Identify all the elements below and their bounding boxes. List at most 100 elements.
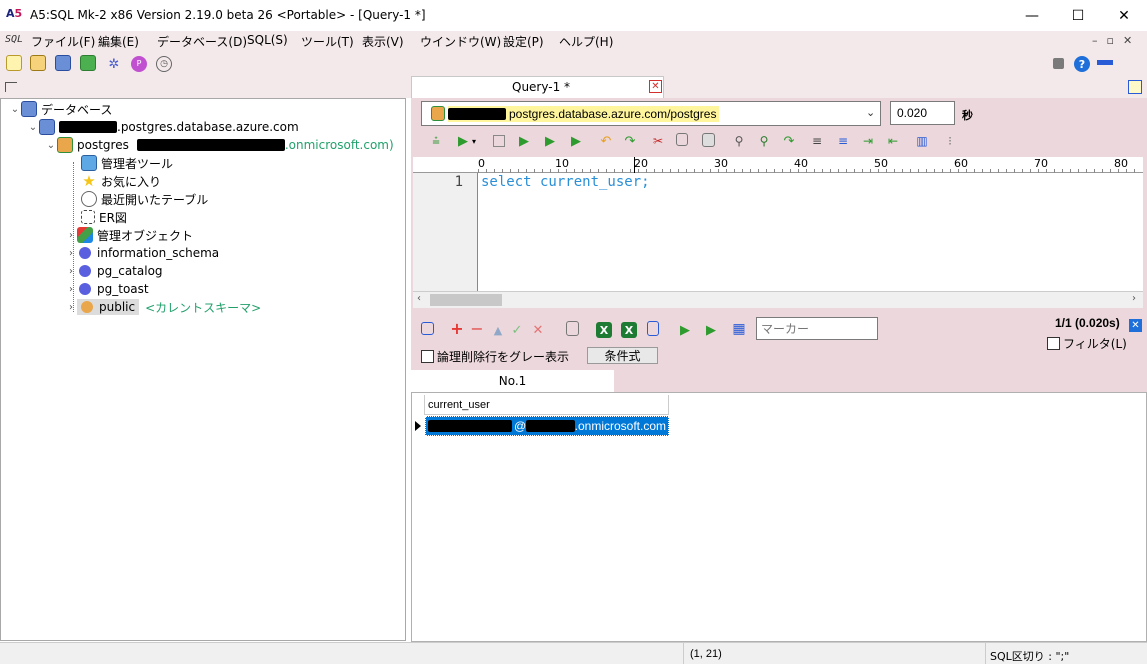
tree-item-admin-objects[interactable]: › 管理オブジェクト (65, 226, 193, 244)
cut-icon[interactable]: ✂ (650, 133, 666, 149)
format-icon[interactable]: ⩮ (428, 133, 444, 149)
close-tab-icon[interactable]: ✕ (649, 80, 662, 93)
wrap-icon[interactable]: ≡ (835, 133, 851, 149)
redo-icon[interactable]: ↷ (622, 133, 638, 149)
run-ab-icon[interactable]: ▶ (516, 133, 532, 149)
tab-query-1[interactable]: Query-1 * ✕ (411, 76, 664, 98)
column-header[interactable]: current_user (425, 395, 669, 415)
table-cell-selected[interactable]: @ .onmicrosoft.com (425, 416, 669, 436)
chevron-right-icon[interactable]: › (65, 283, 77, 295)
stop-icon[interactable] (1053, 58, 1064, 69)
new-file-icon[interactable] (6, 55, 22, 71)
sql-code-line[interactable]: select current_user; (481, 174, 650, 190)
tree-server[interactable]: ⌄ .postgres.database.azure.com (27, 118, 299, 136)
tree-item-information-schema[interactable]: › information_schema (65, 244, 219, 262)
run-csv-icon[interactable]: ▶ (542, 133, 558, 149)
maximize-button[interactable]: ☐ (1055, 0, 1101, 31)
table-grid-icon[interactable] (80, 55, 96, 71)
keyboard-icon[interactable] (1097, 60, 1113, 65)
tree-item-pg-toast[interactable]: › pg_toast (65, 280, 149, 298)
checkbox-box[interactable] (421, 350, 434, 363)
close-button[interactable]: ✕ (1101, 0, 1147, 31)
menu-window[interactable]: ウインドウ(W) (420, 33, 501, 50)
plugin-icon[interactable]: P (131, 56, 147, 72)
scroll-right-icon[interactable]: › (1132, 293, 1136, 304)
chevron-right-icon[interactable]: › (65, 301, 77, 313)
tree-root[interactable]: ⌄ データベース (9, 100, 112, 118)
filter-checkbox[interactable]: フィルタ(L) (1047, 335, 1127, 352)
run-explain-icon[interactable]: ▶ (568, 133, 584, 149)
stop-query-icon[interactable] (493, 135, 505, 147)
marker-input[interactable] (756, 317, 878, 340)
close-result-icon[interactable]: ✕ (1129, 319, 1142, 332)
menu-settings[interactable]: 設定(P) (503, 33, 544, 50)
copy-result-icon[interactable] (647, 321, 659, 336)
open-folder-icon[interactable] (30, 55, 46, 71)
gear-icon[interactable]: ✲ (106, 56, 122, 72)
excel-icon[interactable]: X (596, 322, 612, 338)
condition-button[interactable]: 条件式 (587, 347, 658, 364)
export-icon[interactable] (566, 321, 579, 336)
menu-help[interactable]: ヘルプ(H) (559, 33, 613, 50)
chevron-down-icon[interactable]: ⌄ (27, 121, 39, 133)
chevron-down-icon[interactable]: ⌄ (45, 139, 57, 151)
chevron-right-icon[interactable]: › (65, 229, 77, 241)
gray-deleted-checkbox[interactable]: 論理削除行をグレー表示 (421, 348, 569, 365)
outline-icon[interactable]: ⁝ (942, 133, 958, 149)
scroll-left-icon[interactable]: ‹ (417, 293, 421, 304)
add-row-icon[interactable]: + (449, 321, 465, 337)
connection-select[interactable]: postgres.database.azure.com/postgres ⌄ (421, 101, 881, 126)
tree-toggle-icon[interactable] (5, 82, 17, 92)
paste-icon[interactable] (702, 133, 715, 147)
menu-sql[interactable]: SQL(S) (247, 33, 288, 47)
move-up-icon[interactable]: ▲ (490, 322, 506, 338)
delete-row-icon[interactable]: − (469, 321, 485, 337)
help-icon[interactable]: ? (1074, 56, 1090, 72)
menu-file[interactable]: ファイル(F) (31, 33, 95, 50)
chevron-down-icon[interactable]: ⌄ (866, 106, 875, 119)
outdent-icon[interactable]: ⇤ (885, 133, 901, 149)
scroll-thumb[interactable] (430, 294, 502, 306)
sql-editor[interactable] (413, 173, 1143, 291)
database-icon[interactable] (55, 55, 71, 71)
grid-icon[interactable]: ▦ (731, 321, 747, 337)
indent-icon[interactable]: ⇥ (860, 133, 876, 149)
clock-icon[interactable]: ◷ (156, 56, 172, 72)
mdi-controls[interactable]: –▫✕ (1092, 34, 1141, 47)
tree-item-er[interactable]: ER図 (81, 208, 127, 226)
undo-icon[interactable]: ↶ (598, 133, 614, 149)
menu-database[interactable]: データベース(D) (157, 33, 247, 50)
run-explain-result-icon[interactable]: ▶ (703, 322, 719, 338)
run-icon[interactable]: ▶ (455, 133, 471, 149)
replace-icon[interactable]: ⚲ (756, 133, 772, 149)
align-icon[interactable]: ≡ (809, 133, 825, 149)
exec-time-field[interactable]: 0.020 (890, 101, 955, 125)
menu-edit[interactable]: 編集(E) (98, 33, 139, 50)
tree-item-favorites[interactable]: ★ お気に入り (81, 172, 161, 190)
editor-hscrollbar[interactable]: ‹ › (413, 291, 1143, 308)
cancel-icon[interactable]: ✕ (530, 322, 546, 338)
tree-item-recent[interactable]: 最近開いたテーブル (81, 190, 208, 208)
jump-icon[interactable]: ↷ (781, 133, 797, 149)
tree-item-admin[interactable]: 管理者ツール (81, 154, 173, 172)
menu-tools[interactable]: ツール(T) (301, 33, 354, 50)
search-icon[interactable]: ⚲ (731, 133, 747, 149)
excel-all-icon[interactable]: X (621, 322, 637, 338)
commit-icon[interactable]: ✓ (509, 322, 525, 338)
menu-view[interactable]: 表示(V) (362, 33, 404, 50)
columns-icon[interactable]: ▥ (914, 133, 930, 149)
chevron-right-icon[interactable]: › (65, 265, 77, 277)
tab-result-1[interactable]: No.1 (411, 370, 614, 392)
run-ab-result-icon[interactable]: ▶ (677, 322, 693, 338)
run-dropdown-icon[interactable]: ▾ (472, 137, 476, 146)
window-list-icon[interactable] (1128, 80, 1142, 94)
copy-icon[interactable] (676, 133, 688, 146)
checkbox-box[interactable] (1047, 337, 1060, 350)
tree-item-pg-catalog[interactable]: › pg_catalog (65, 262, 163, 280)
tree-item-public[interactable]: › public <カレントスキーマ> (65, 298, 261, 316)
tree-db[interactable]: ⌄ postgres .onmicrosoft.com) (45, 136, 394, 154)
minimize-button[interactable]: — (1009, 0, 1055, 31)
chevron-down-icon[interactable]: ⌄ (9, 103, 21, 115)
record-nav-icon[interactable] (421, 322, 434, 335)
chevron-right-icon[interactable]: › (65, 247, 77, 259)
